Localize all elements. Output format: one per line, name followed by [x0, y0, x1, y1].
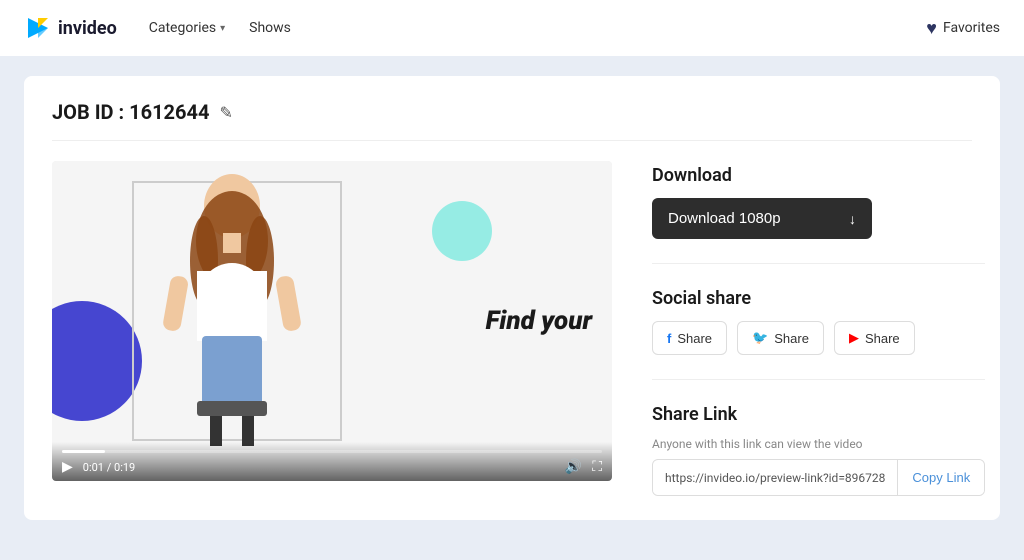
download-section: Download Download 1080p ↓ — [652, 165, 985, 239]
content-body: Find your ▶ 0:01 / 0:19 — [52, 161, 972, 496]
video-text-overlay: Find your — [486, 306, 592, 336]
progress-bar-fill — [62, 450, 105, 453]
youtube-share-label: Share — [865, 331, 900, 346]
progress-bar[interactable] — [62, 450, 602, 453]
download-section-title: Download — [652, 165, 985, 186]
controls-row: ▶ 0:01 / 0:19 🔊 ⛶ — [62, 459, 602, 475]
nav-item-shows[interactable]: Shows — [249, 20, 291, 36]
twitter-share-button[interactable]: 🐦 Share — [737, 321, 824, 355]
twitter-share-label: Share — [774, 331, 809, 346]
heart-icon: ♥ — [926, 18, 937, 39]
categories-label: Categories — [149, 20, 216, 36]
copy-link-button[interactable]: Copy Link — [897, 460, 984, 495]
job-id-text: JOB ID : 1612644 — [52, 100, 209, 124]
download-arrow-icon: ↓ — [849, 211, 856, 227]
job-id-row: JOB ID : 1612644 ✎ — [52, 100, 972, 141]
content-card: JOB ID : 1612644 ✎ — [24, 76, 1000, 520]
logo[interactable]: invideo — [24, 14, 117, 42]
social-buttons: f Share 🐦 Share ▶ Share — [652, 321, 985, 355]
facebook-share-button[interactable]: f Share — [652, 321, 727, 355]
divider-1 — [652, 263, 985, 264]
shows-label: Shows — [249, 20, 291, 36]
facebook-icon: f — [667, 331, 671, 346]
controls-right: 🔊 ⛶ — [565, 459, 602, 475]
time-separator: / — [107, 461, 114, 474]
favorites-button[interactable]: ♥ Favorites — [926, 18, 1000, 39]
download-button-label: Download 1080p — [668, 210, 781, 227]
facebook-share-label: Share — [677, 331, 712, 346]
volume-icon[interactable]: 🔊 — [565, 459, 582, 475]
navbar: invideo Categories ▾ Shows ♥ Favorites — [0, 0, 1024, 56]
twitter-icon: 🐦 — [752, 330, 768, 346]
total-time: 0:19 — [114, 461, 135, 474]
blue-circle-decoration — [52, 301, 142, 421]
edit-icon[interactable]: ✎ — [219, 103, 232, 122]
social-share-section: Social share f Share 🐦 Share ▶ Share — [652, 288, 985, 355]
video-player[interactable]: Find your ▶ 0:01 / 0:19 — [52, 161, 612, 481]
current-time: 0:01 — [83, 461, 104, 474]
nav-links: Categories ▾ Shows — [149, 20, 895, 36]
right-panel: Download Download 1080p ↓ Social share f… — [652, 161, 985, 496]
time-display: 0:01 / 0:19 — [83, 461, 135, 474]
link-box: https://invideo.io/preview-link?id=89672… — [652, 459, 985, 496]
youtube-share-button[interactable]: ▶ Share — [834, 321, 915, 355]
share-link-description: Anyone with this link can view the video — [652, 437, 985, 451]
video-controls: ▶ 0:01 / 0:19 🔊 ⛶ — [52, 442, 612, 481]
divider-2 — [652, 379, 985, 380]
nav-item-categories[interactable]: Categories ▾ — [149, 20, 225, 36]
video-scene: Find your — [52, 161, 612, 481]
share-link-url: https://invideo.io/preview-link?id=89672… — [653, 461, 897, 495]
download-button[interactable]: Download 1080p ↓ — [652, 198, 872, 239]
nav-right: ♥ Favorites — [926, 18, 1000, 39]
fullscreen-icon[interactable]: ⛶ — [592, 459, 602, 475]
invideo-logo-icon — [24, 14, 52, 42]
teal-circle-decoration — [432, 201, 492, 261]
play-button[interactable]: ▶ — [62, 459, 73, 475]
social-share-title: Social share — [652, 288, 985, 309]
chevron-down-icon: ▾ — [220, 23, 225, 34]
logo-text: invideo — [58, 18, 117, 39]
video-wrapper: Find your ▶ 0:01 / 0:19 — [52, 161, 612, 481]
main-content: JOB ID : 1612644 ✎ — [0, 76, 1024, 520]
person-figure — [132, 171, 332, 451]
share-link-section: Share Link Anyone with this link can vie… — [652, 404, 985, 496]
share-link-title: Share Link — [652, 404, 985, 425]
youtube-icon: ▶ — [849, 330, 859, 346]
favorites-label: Favorites — [943, 20, 1000, 36]
